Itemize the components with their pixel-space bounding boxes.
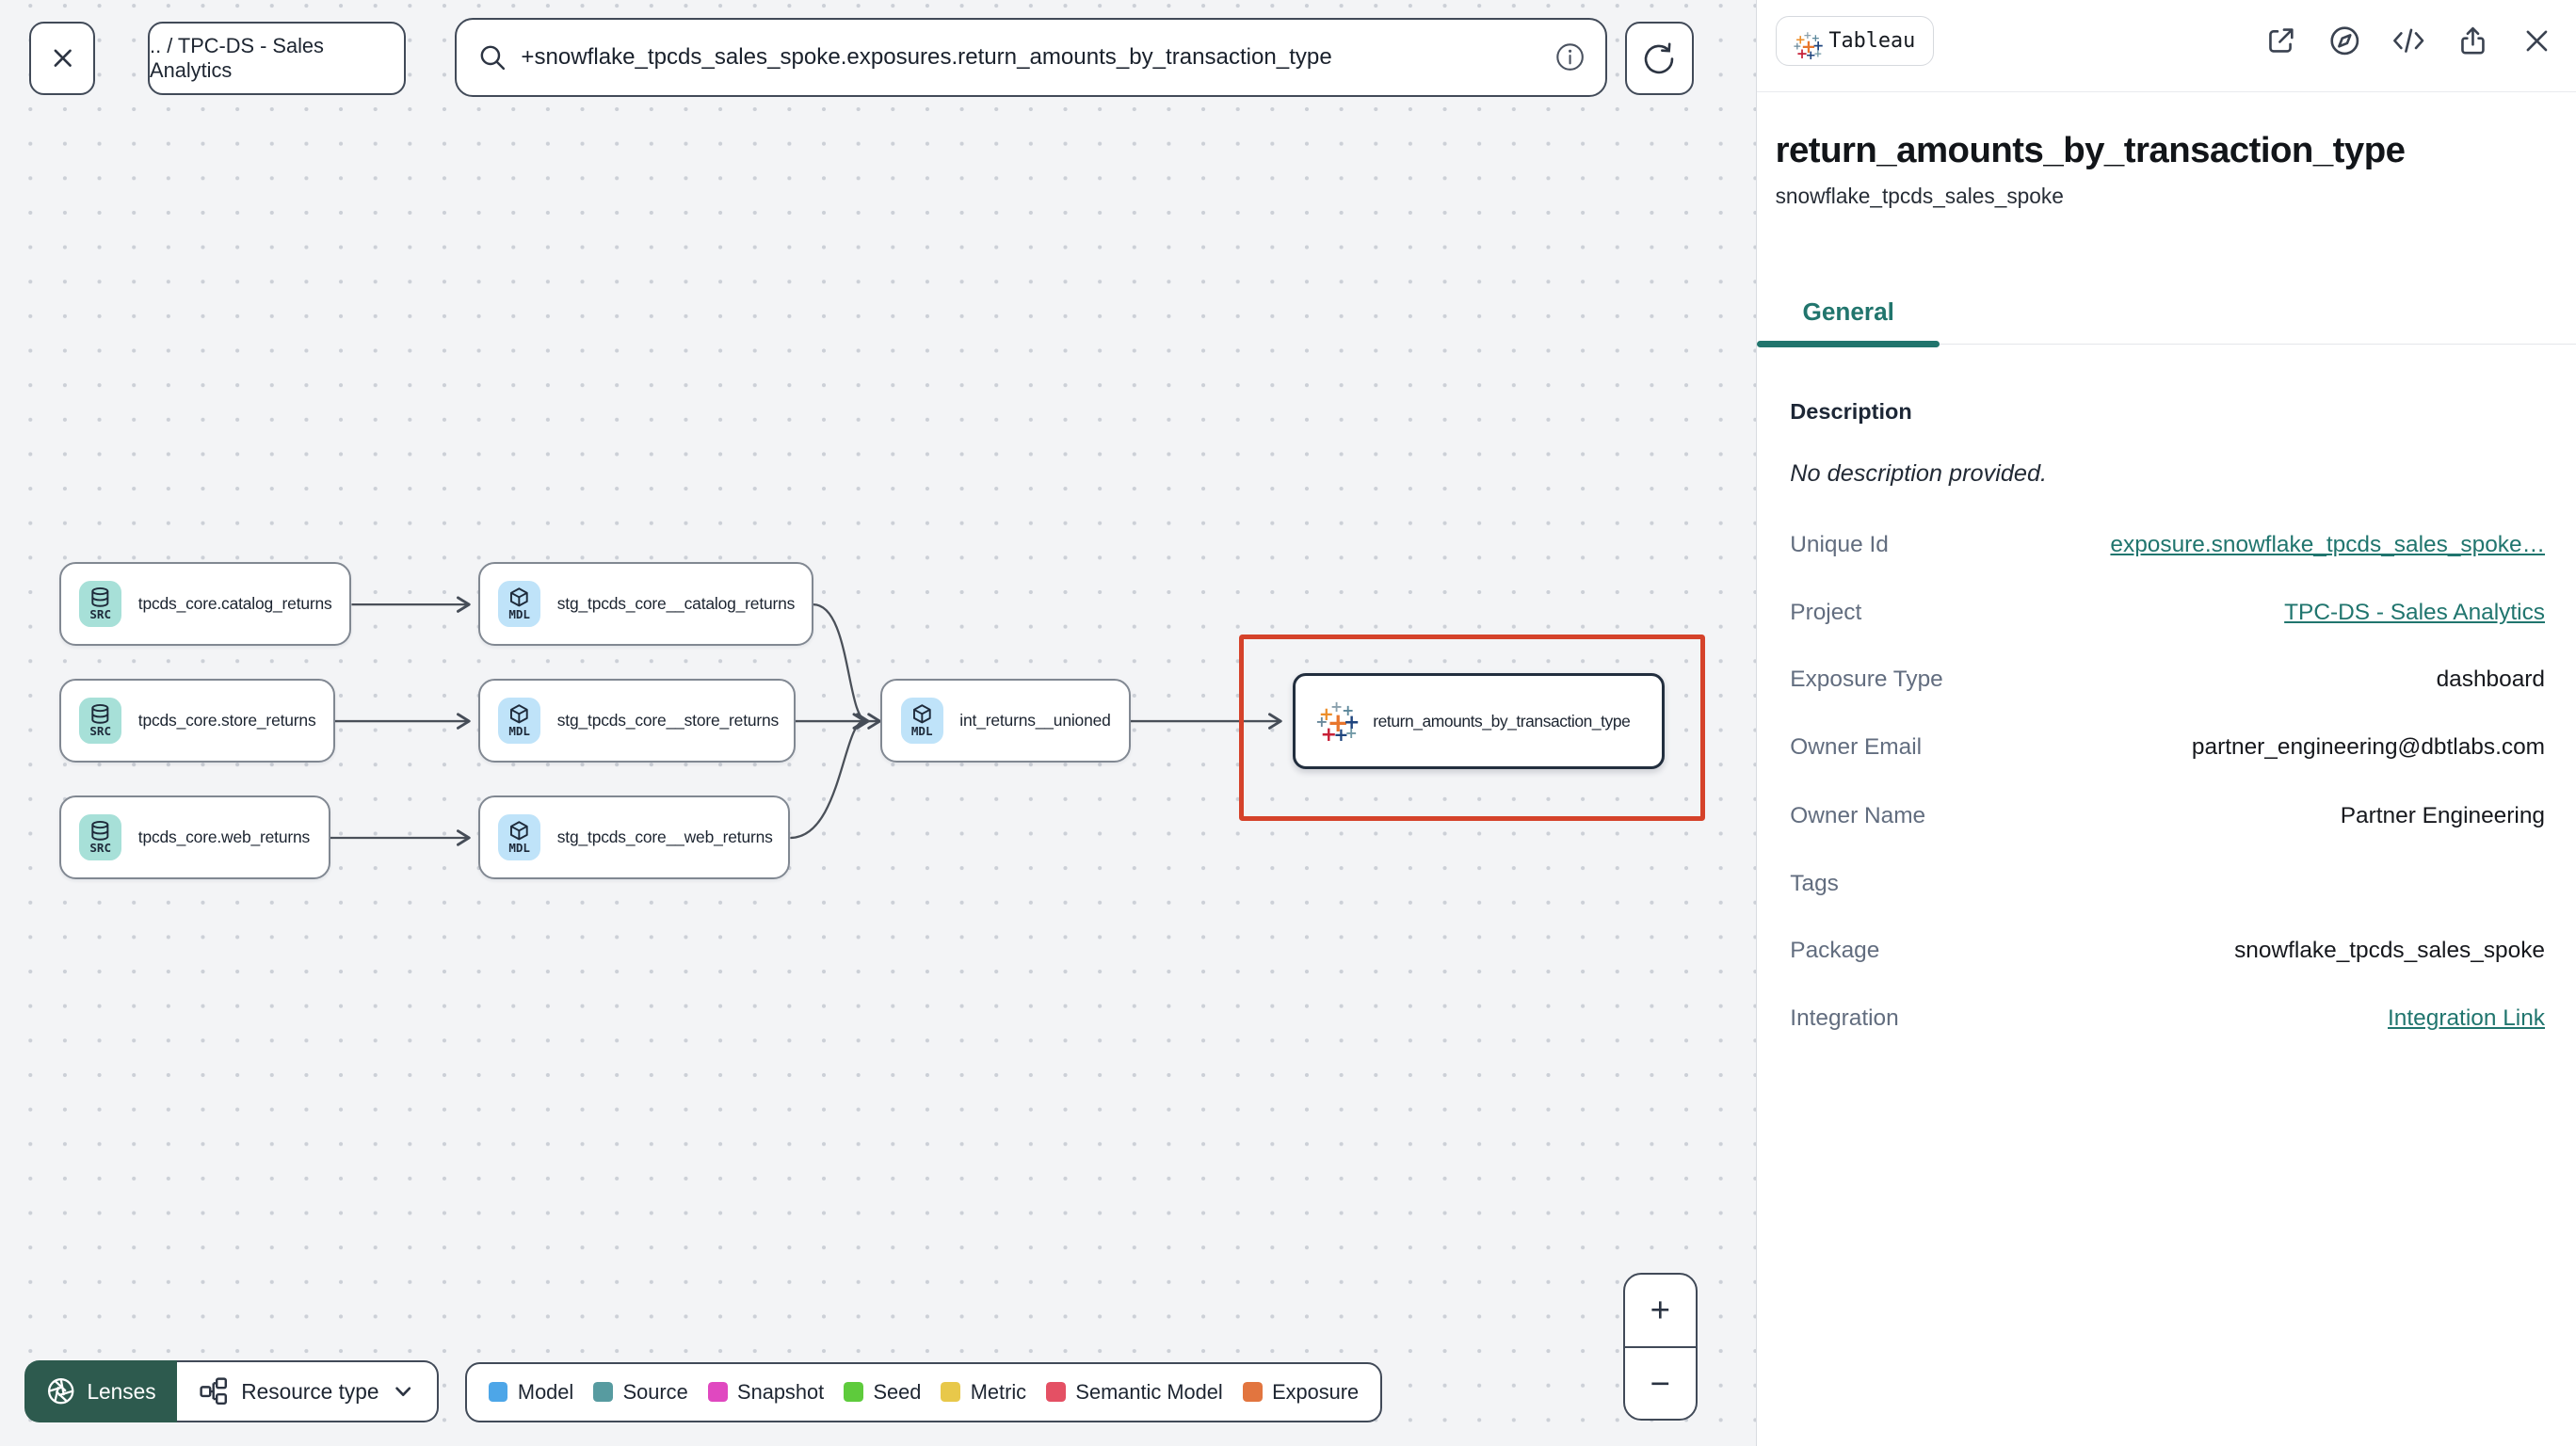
refresh-icon [1645,42,1674,73]
database-icon [91,586,109,607]
lenses-button[interactable]: Lenses [24,1359,178,1423]
model-badge: MDL [900,697,943,744]
description-empty-text: No description provided. [1790,459,2048,487]
model-badge: MDL [497,697,541,744]
lineage-canvas[interactable]: SRC tpcds_core.catalog_returns SRC tpcds… [0,0,1757,1446]
description-heading: Description [1790,399,1912,425]
source-badge: SRC [79,813,122,860]
field-row-tags: Tags [1790,870,1839,896]
field-row-owner-name: Owner Name Partner Engineering [1790,803,2545,829]
close-lineage-button[interactable] [29,21,96,96]
external-link-icon [2268,28,2294,53]
legend-item: Seed [844,1380,921,1405]
app-window: SRC tpcds_core.catalog_returns SRC tpcds… [0,0,2576,1446]
open-external-button[interactable] [2262,23,2298,58]
source-badge: SRC [79,697,122,744]
node-label: tpcds_core.web_returns [137,827,311,846]
legend-item: Exposure [1242,1380,1359,1405]
close-icon [54,49,72,68]
field-row-owner-email: Owner Email partner_engineering@dbtlabs.… [1790,733,2545,760]
snapshot-swatch [707,1382,728,1403]
details-panel: + + + + + + + + + Tableau return_amounts… [1756,0,2576,1446]
field-row-exposure-type: Exposure Type dashboard [1790,667,2545,693]
cube-icon [510,587,528,607]
field-row-package: Package snowflake_tpcds_sales_spoke [1790,938,2545,964]
node-source-web-returns[interactable]: SRC tpcds_core.web_returns [58,795,330,879]
close-icon [2526,30,2548,52]
seed-swatch [844,1382,864,1403]
node-label: stg_tpcds_core__web_returns [556,827,773,846]
node-source-store-returns[interactable]: SRC tpcds_core.store_returns [58,678,335,763]
explore-button[interactable] [2326,23,2362,58]
model-badge: MDL [497,813,541,860]
model-badge: MDL [497,580,541,627]
cube-icon [510,820,528,840]
package-subtitle: snowflake_tpcds_sales_spoke [1775,184,2064,209]
share-icon [2460,27,2485,55]
resource-legend: Model Source Snapshot Seed Metric Semant… [464,1361,1382,1423]
legend-item: Semantic Model [1046,1380,1223,1405]
panel-header: + + + + + + + + + Tableau [1757,0,2576,92]
page-title: return_amounts_by_transaction_type [1775,129,2406,170]
legend-item: Source [593,1380,688,1405]
lineage-search[interactable] [455,18,1607,97]
database-icon [91,703,109,724]
cube-icon [912,703,931,724]
search-input[interactable] [521,44,1554,72]
legend-item: Snapshot [707,1380,824,1405]
node-exposure-return-amounts[interactable]: + + + + + + + + + return_amounts_by_transaction_… [1293,673,1665,769]
field-row-unique-id: Unique Id exposure.snowflake_tpcds_sales… [1790,532,2545,558]
exposure-swatch [1242,1382,1263,1403]
chevron-down-icon [395,1387,411,1396]
metric-swatch [941,1382,961,1403]
cube-icon [510,703,528,724]
semantic-model-swatch [1046,1382,1066,1403]
model-swatch [488,1382,508,1403]
legend-item: Model [488,1380,573,1405]
search-icon [480,45,506,71]
field-row-integration: Integration Integration Link [1790,1004,2545,1032]
node-int-returns-unioned[interactable]: MDL int_returns__unioned [880,678,1131,763]
unique-id-link[interactable]: exposure.snowflake_tpcds_sales_spoke… [2110,532,2545,558]
tableau-logo-icon: + + + + + + + + + [1315,698,1360,747]
info-icon[interactable] [1554,41,1586,72]
legend-item: Metric [941,1380,1026,1405]
node-source-catalog-returns[interactable]: SRC tpcds_core.catalog_returns [58,561,352,646]
node-label: tpcds_core.store_returns [137,710,316,730]
field-row-project: Project TPC-DS - Sales Analytics [1790,599,2545,626]
integration-link[interactable]: Integration Link [2388,1005,2545,1032]
node-stg-web-returns[interactable]: MDL stg_tpcds_core__web_returns [477,795,791,879]
project-link[interactable]: TPC-DS - Sales Analytics [2284,600,2545,626]
zoom-in-button[interactable]: + [1625,1275,1696,1348]
node-label: return_amounts_by_transaction_type [1373,711,1631,731]
refresh-button[interactable] [1624,21,1695,96]
node-stg-catalog-returns[interactable]: MDL stg_tpcds_core__catalog_returns [477,561,813,646]
node-label: tpcds_core.catalog_returns [137,593,332,613]
source-badge: SRC [79,580,122,627]
tableau-integration-badge[interactable]: + + + + + + + + + Tableau [1775,16,1935,66]
lenses-aperture-icon [47,1378,74,1405]
node-label: int_returns__unioned [959,710,1111,730]
canvas-toolbar: Lenses Resource type [24,1359,439,1423]
breadcrumb[interactable]: .. / TPC-DS - Sales Analytics [148,21,406,96]
share-button[interactable] [2455,23,2490,58]
node-label: stg_tpcds_core__catalog_returns [556,593,796,613]
node-label: stg_tpcds_core__store_returns [556,710,780,730]
source-swatch [593,1382,614,1403]
panel-actions [2262,23,2555,58]
compass-icon [2330,26,2359,56]
zoom-out-button[interactable]: − [1625,1348,1696,1420]
database-icon [91,820,109,841]
tab-general[interactable]: General [1757,281,1940,348]
tableau-logo-icon: + + + + + + + + + [1792,28,1824,63]
code-icon [2393,28,2424,54]
panel-tabs: General [1757,281,2576,348]
close-panel-button[interactable] [2519,23,2554,58]
node-stg-store-returns[interactable]: MDL stg_tpcds_core__store_returns [477,678,796,763]
resource-type-icon [200,1377,227,1406]
zoom-control: + − [1623,1273,1698,1422]
resource-type-dropdown[interactable]: Resource type [177,1359,439,1423]
view-code-button[interactable] [2391,23,2426,58]
